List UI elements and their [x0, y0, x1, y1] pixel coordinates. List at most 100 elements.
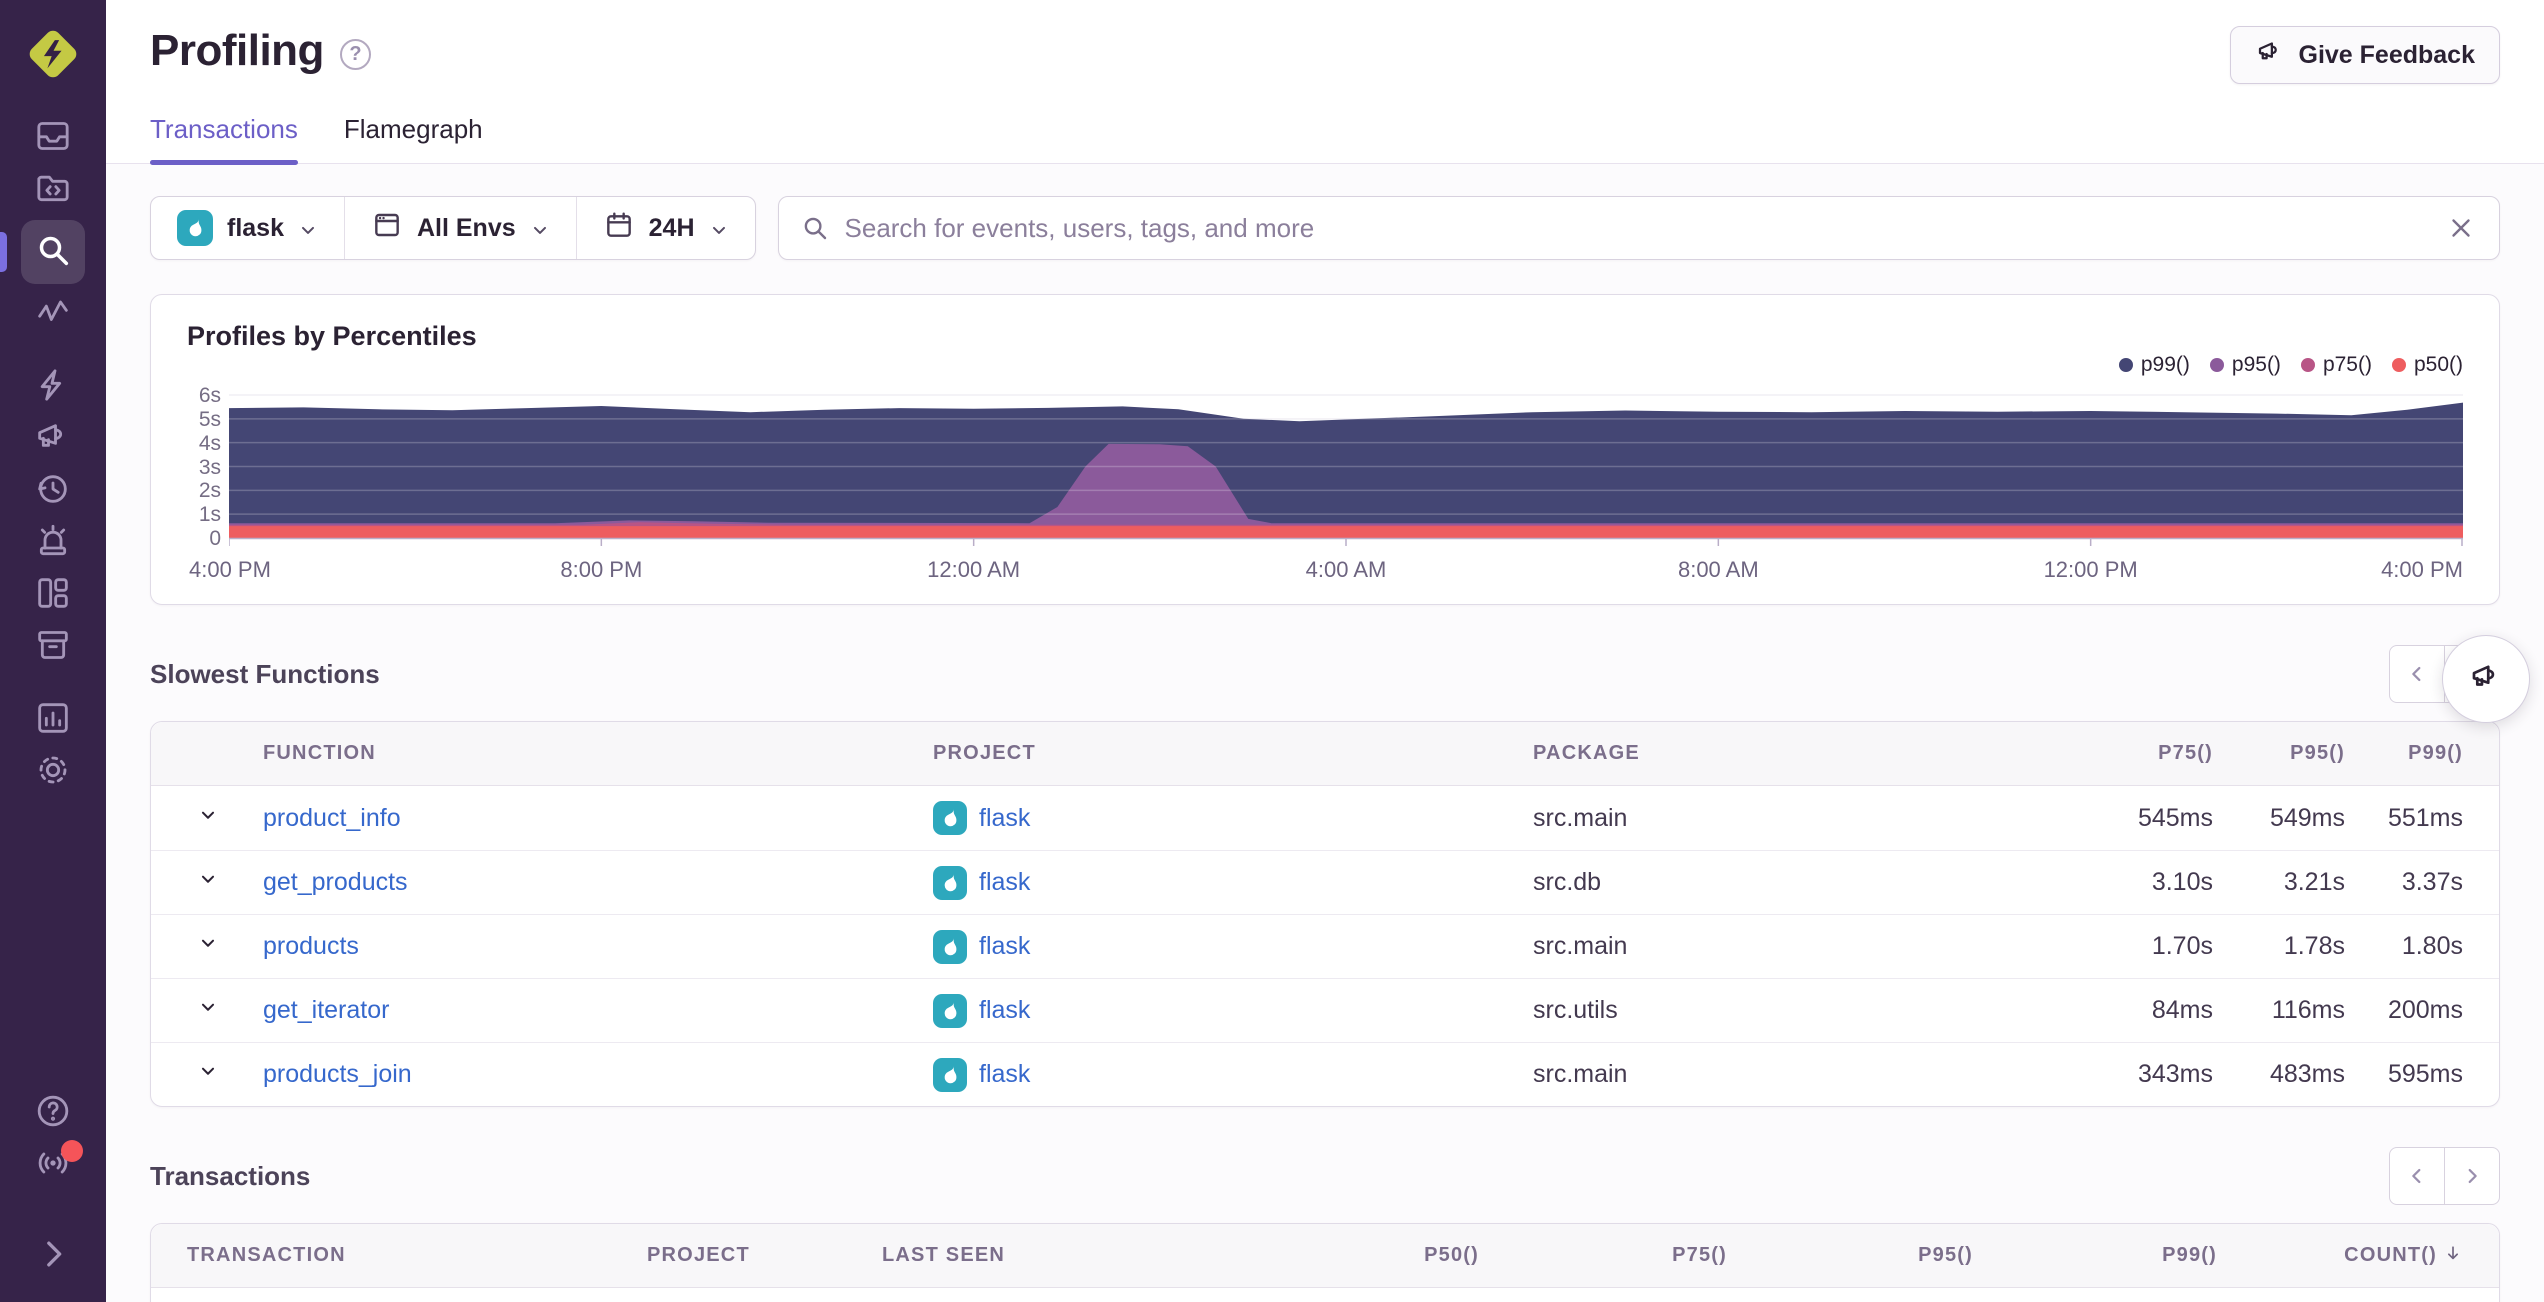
siren-icon	[33, 521, 73, 566]
table-row: product_info flask src.main 545ms 549ms …	[151, 786, 2499, 850]
tab-flamegraph[interactable]: Flamegraph	[344, 114, 483, 163]
sidebar-item-alerts[interactable]	[21, 518, 85, 568]
slowest-functions-heading: Slowest Functions	[150, 658, 380, 689]
p75-cell: 84ms	[2151, 996, 2213, 1024]
p99-cell: 3.37s	[2401, 868, 2463, 896]
next-page-button[interactable]	[2444, 1147, 2500, 1205]
function-link[interactable]: get_iterator	[263, 996, 389, 1024]
sidebar-item-dashboards[interactable]	[21, 570, 85, 620]
sidebar-item-replays[interactable]	[21, 466, 85, 516]
sidebar-collapse-button[interactable]	[21, 1231, 85, 1281]
chart-title: Profiles by Percentiles	[187, 321, 477, 351]
sentry-logo[interactable]	[21, 22, 85, 86]
p75-cell: 1.70s	[2151, 932, 2213, 960]
tab-transactions[interactable]: Transactions	[150, 114, 298, 165]
expand-row-chevron-icon[interactable]	[197, 1060, 219, 1082]
project-filter[interactable]: flask	[151, 197, 344, 259]
p95-cell: 549ms	[2269, 803, 2345, 832]
y-axis-label: 0	[209, 527, 221, 550]
p99-cell: 200ms	[2387, 996, 2463, 1024]
count-header-label: COUNT()	[2344, 1244, 2437, 1266]
legend-dot	[2209, 358, 2224, 372]
column-header-count[interactable]: COUNT()	[2217, 1243, 2463, 1269]
flask-project-icon	[933, 993, 967, 1028]
percentiles-area-chart: 6s 5s 4s 3s 2s 1s 0 4:00 PM 8:00 PM 12:00 AM 4:00 …	[187, 384, 2463, 590]
transactions-pager	[2389, 1147, 2500, 1205]
give-feedback-label: Give Feedback	[2298, 40, 2475, 69]
dashboard-grid-icon	[33, 573, 73, 618]
x-axis-label: 12:00 PM	[2043, 557, 2138, 582]
megaphone-icon	[33, 417, 73, 462]
transactions-table: TRANSACTION PROJECT LAST SEEN P50() P75(…	[150, 1223, 2500, 1302]
project-link[interactable]: flask	[979, 804, 1030, 833]
page-help-icon[interactable]: ?	[339, 38, 371, 70]
prev-page-button[interactable]	[2389, 645, 2445, 703]
y-axis-label: 3s	[198, 455, 221, 479]
floating-feedback-button[interactable]	[2442, 635, 2530, 723]
p95-cell: 1.78s	[2283, 932, 2345, 960]
column-header-last-seen: LAST SEEN	[882, 1244, 1006, 1266]
project-link[interactable]: flask	[979, 932, 1030, 961]
sidebar-item-insights[interactable]	[21, 362, 85, 412]
column-header-project: PROJECT	[933, 742, 1036, 764]
column-header-p99: P99()	[2162, 1244, 2217, 1266]
sidebar-item-whats-new[interactable]	[21, 1140, 85, 1190]
prev-page-button[interactable]	[2389, 1147, 2445, 1205]
slowest-functions-table: FUNCTION PROJECT PACKAGE P75() P95() P99…	[150, 721, 2500, 1107]
p75-cell: 545ms	[2137, 803, 2213, 832]
p95-cell: 3.21s	[2283, 868, 2345, 896]
x-axis-label: 4:00 PM	[2381, 557, 2463, 582]
x-axis-label: 8:00 AM	[1677, 557, 1759, 582]
package-cell: src.main	[1533, 932, 1628, 960]
expand-row-chevron-icon[interactable]	[197, 932, 219, 954]
p95-cell: 483ms	[2269, 1060, 2345, 1088]
column-header-p95: P95()	[2290, 742, 2345, 764]
function-link[interactable]: get_products	[263, 868, 408, 896]
y-axis-label: 4s	[198, 431, 221, 455]
expand-row-chevron-icon[interactable]	[197, 868, 219, 890]
table-row: get_products flask src.db 3.10s 3.21s 3.…	[151, 850, 2499, 914]
sidebar-item-settings[interactable]	[21, 747, 85, 797]
function-link[interactable]: product_info	[263, 804, 401, 832]
project-link[interactable]: flask	[979, 996, 1030, 1025]
bar-chart-icon	[33, 698, 73, 743]
legend-item[interactable]: p50()	[2391, 353, 2463, 377]
legend-item[interactable]: p99()	[2118, 353, 2190, 377]
sidebar-item-explore[interactable]	[0, 220, 85, 284]
sidebar-item-feedback[interactable]	[21, 414, 85, 464]
chart-plot-area	[228, 394, 2463, 546]
project-link[interactable]: flask	[979, 868, 1030, 897]
sidebar-item-releases[interactable]	[21, 622, 85, 672]
sidebar-item-traces[interactable]	[21, 289, 85, 339]
megaphone-icon	[2255, 37, 2285, 74]
sidebar-item-issues[interactable]	[21, 113, 85, 163]
y-axis-label: 1s	[198, 503, 221, 527]
sidebar-item-stats[interactable]	[21, 695, 85, 745]
expand-row-chevron-icon[interactable]	[197, 996, 219, 1018]
give-feedback-button[interactable]: Give Feedback	[2229, 26, 2500, 84]
project-link[interactable]: flask	[979, 1060, 1030, 1089]
chevron-right-icon	[33, 1234, 73, 1279]
flask-project-icon	[933, 1057, 967, 1092]
legend-item[interactable]: p75()	[2300, 353, 2372, 377]
legend-dot	[2300, 358, 2315, 372]
function-link[interactable]: products	[263, 932, 359, 960]
expand-row-chevron-icon[interactable]	[197, 804, 219, 826]
chevron-down-icon	[709, 218, 729, 238]
table-row: get_iterator flask src.utils 84ms 116ms …	[151, 978, 2499, 1042]
clear-search-icon[interactable]	[2446, 213, 2476, 243]
legend-item[interactable]: p95()	[2209, 353, 2281, 377]
package-cell: src.main	[1533, 1060, 1628, 1088]
date-range-filter[interactable]: 24H	[575, 197, 755, 259]
sidebar-item-projects[interactable]	[21, 165, 85, 215]
x-axis-label: 4:00 PM	[189, 557, 271, 582]
p75-cell: 3.10s	[2151, 868, 2213, 896]
search-input[interactable]	[777, 196, 2500, 260]
environment-filter[interactable]: All Envs	[343, 197, 576, 259]
sidebar-item-help[interactable]	[21, 1088, 85, 1138]
function-link[interactable]: products_join	[263, 1060, 412, 1088]
flask-project-icon	[177, 210, 213, 246]
project-filter-label: flask	[227, 213, 284, 242]
column-header-function: FUNCTION	[263, 742, 376, 764]
flask-project-icon	[933, 865, 967, 900]
